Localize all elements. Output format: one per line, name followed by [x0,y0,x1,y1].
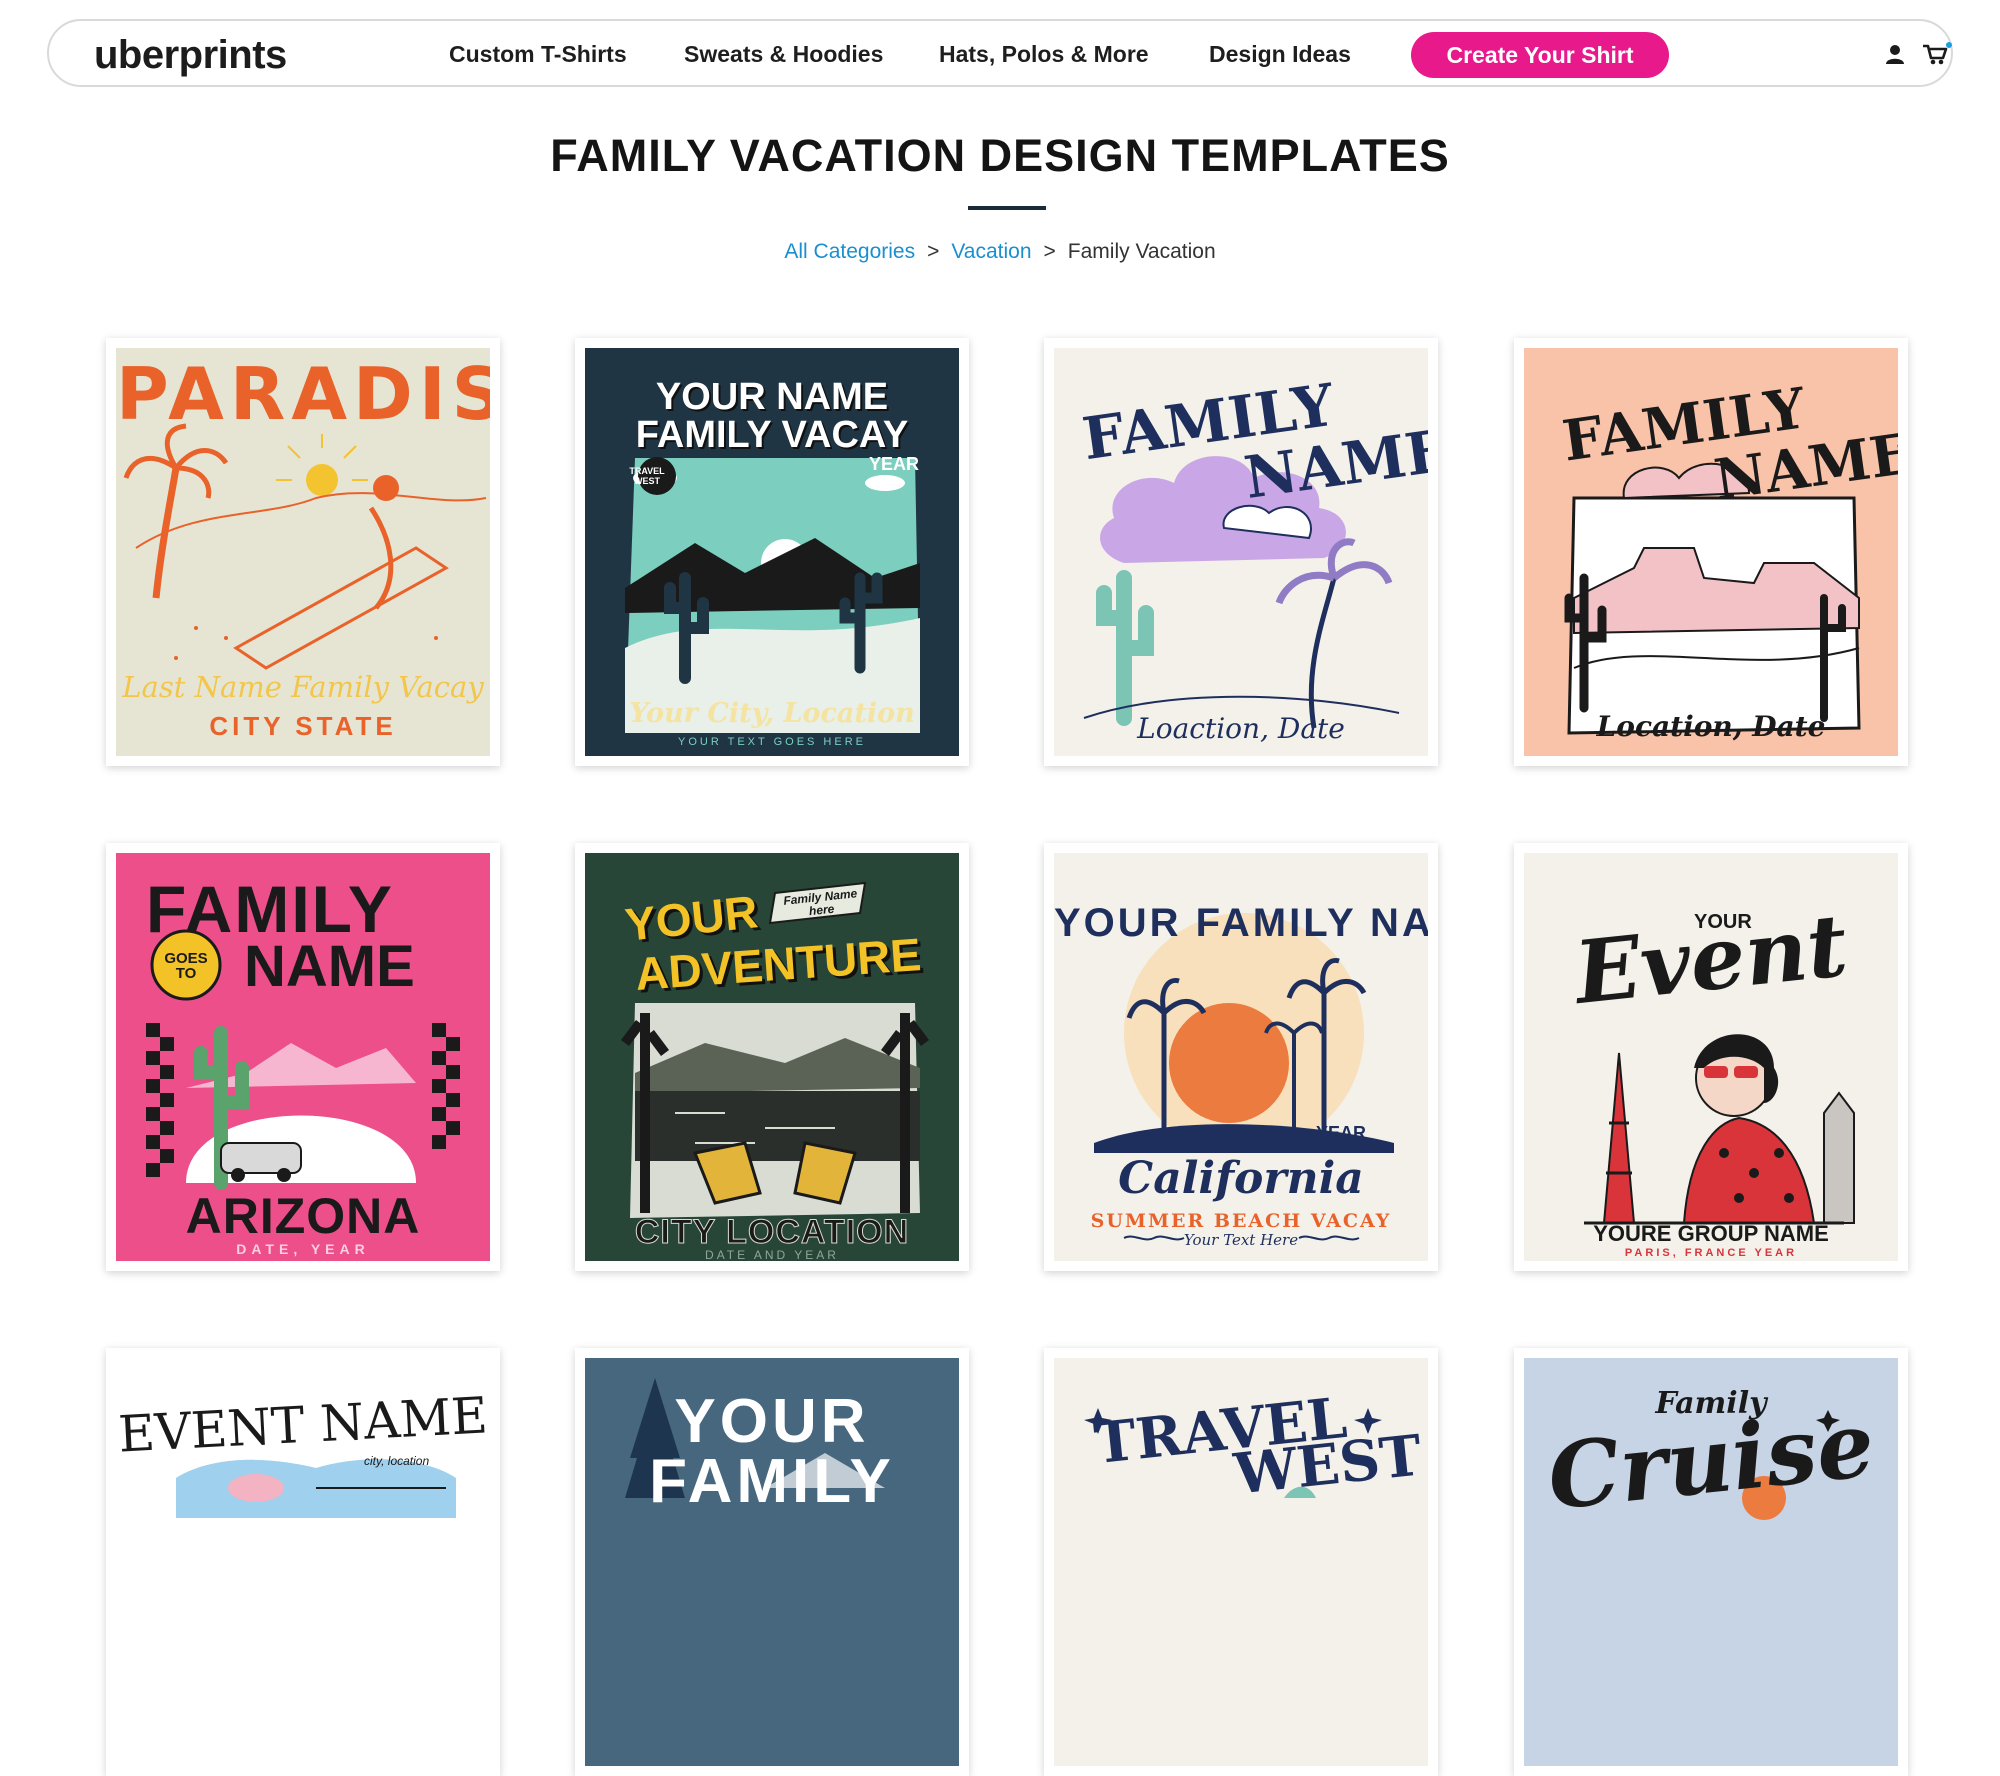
template-subline: ARIZONA [185,1188,421,1244]
template-headline: YOUR NAME [655,376,889,418]
template-card-your-adventure[interactable]: YOUR ADVENTURE Family Name here CITY LOC… [575,843,969,1271]
template-card-california[interactable]: YOUR FAMILY NAME YEAR California SUMMER … [1044,843,1438,1271]
template-badge: TRAVEL WEST [629,466,665,486]
breadcrumb-separator: > [927,240,940,263]
breadcrumb: All Categories > Vacation > Family Vacation [0,240,2000,264]
template-artwork: FAMILY NAME Loaction, Date [1054,348,1428,756]
template-year: YEAR [1316,1123,1367,1143]
template-subline: Loaction, Date [1137,712,1345,745]
template-artwork: YOUR FAMILY NAME YEAR California SUMMER … [1054,853,1428,1261]
template-artwork: FAMILY NAME GOES TO ARIZONA DATE, YEAR [116,853,490,1261]
template-artwork: EVENT NAME city, location [116,1358,490,1766]
template-footer: DATE AND YEAR [705,1248,839,1261]
breadcrumb-separator: > [1043,240,1056,263]
template-artwork: YOUR FAMILY [585,1358,959,1766]
template-card-paradise[interactable]: PARADISE Last Name Family Vacay CITY STA… [106,338,500,766]
template-subline: California [1118,1153,1364,1204]
template-artwork: Family Cruise [1524,1358,1898,1766]
template-headline: PARADISE [116,352,490,436]
nav-sweats-hoodies[interactable]: Sweats & Hoodies [684,41,883,68]
nav-hats-polos[interactable]: Hats, Polos & More [939,41,1149,68]
top-navbar: uberprints Custom T-Shirts Sweats & Hood… [47,19,1953,87]
nav-custom-tshirts[interactable]: Custom T-Shirts [449,41,627,68]
template-card-family-name-peach[interactable]: FAMILY NAME Location, Date [1514,338,1908,766]
template-artwork: TRAVEL WEST [1054,1358,1428,1766]
template-artwork: YOUR Event YOURE GROUP NAME PARIS, FRANC… [1524,853,1898,1261]
template-footer: PARIS, FRANCE YEAR [1624,1247,1798,1259]
template-card-arizona[interactable]: FAMILY NAME GOES TO ARIZONA DATE, YEAR [106,843,500,1271]
uberprints-logo[interactable]: uberprints [94,33,287,78]
cart-icon[interactable] [1922,41,1952,67]
template-year: YEAR [868,454,919,474]
title-divider [968,206,1046,210]
template-subline: Your City, Location [629,698,915,729]
template-headline-2: FAMILY VACAY [635,414,909,456]
template-footer: DATE, YEAR [236,1241,370,1257]
template-subline: YOURE GROUP NAME [1593,1221,1829,1246]
template-artwork: FAMILY NAME Location, Date [1524,348,1898,756]
template-card-travel-west[interactable]: TRAVEL WEST [1044,1348,1438,1776]
template-headline-2: FAMILY [649,1447,895,1516]
template-subline: city, location [364,1454,430,1468]
template-artwork: YOUR ADVENTURE Family Name here CITY LOC… [585,853,959,1261]
template-card-your-event[interactable]: YOUR Event YOURE GROUP NAME PARIS, FRANC… [1514,843,1908,1271]
template-headline: YOUR FAMILY NAME [1054,901,1428,945]
template-subline: CITY LOCATION [634,1213,910,1252]
nav-design-ideas[interactable]: Design Ideas [1209,41,1351,68]
template-headline-2: NAME [244,934,415,999]
template-footer: YOUR TEXT GOES HERE [677,736,866,748]
template-artwork: YOUR NAME FAMILY VACAY TRAVEL WEST YEAR … [585,348,959,756]
breadcrumb-current: Family Vacation [1067,240,1216,263]
breadcrumb-vacation[interactable]: Vacation [951,240,1031,263]
template-subline: Last Name Family Vacay [122,670,484,704]
user-icon[interactable] [1884,43,1906,65]
template-card-family-vacay[interactable]: YOUR NAME FAMILY VACAY TRAVEL WEST YEAR … [575,338,969,766]
template-footer: Your Text Here [1183,1231,1299,1249]
template-tagline: SUMMER BEACH VACAY [1090,1210,1392,1232]
template-subline: Location, Date [1596,710,1826,743]
page-title: FAMILY VACATION DESIGN TEMPLATES [550,130,1450,181]
breadcrumb-all-categories[interactable]: All Categories [784,240,915,263]
template-card-event-name[interactable]: EVENT NAME city, location [106,1348,500,1776]
template-footer: CITY STATE [209,711,397,741]
template-card-your-family[interactable]: YOUR FAMILY [575,1348,969,1776]
create-your-shirt-button[interactable]: Create Your Shirt [1411,32,1669,78]
template-artwork: PARADISE Last Name Family Vacay CITY STA… [116,348,490,756]
template-badge: GOES TO [164,950,208,982]
template-card-family-cruise[interactable]: Family Cruise [1514,1348,1908,1776]
template-card-family-name-lavender[interactable]: FAMILY NAME Loaction, Date [1044,338,1438,766]
